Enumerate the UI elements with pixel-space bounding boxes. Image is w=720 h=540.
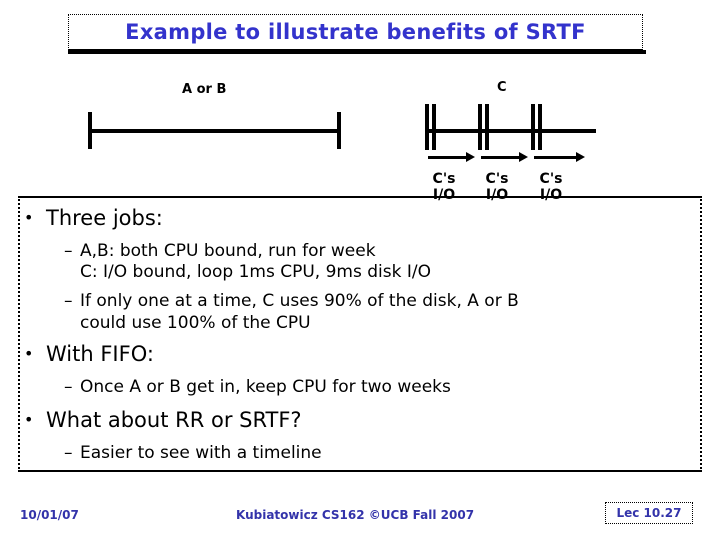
- timeline-c-tick-1a: [425, 104, 429, 150]
- subbullet-easier-timeline-label: Easier to see with a timeline: [80, 442, 322, 463]
- io-arrow-1-head: [466, 152, 475, 162]
- bullet-what-about-rr-srtf: • What about RR or SRTF?: [24, 408, 696, 434]
- io-label-3-line1: C's: [539, 171, 563, 187]
- subbullet-keep-cpu: – Once A or B get in, keep CPU for two w…: [64, 377, 696, 398]
- footer-lecture-number-label: Lec 10.27: [616, 506, 682, 520]
- timeline-c-tick-2a: [478, 104, 482, 150]
- bullet-list: • Three jobs: – A,B: both CPU bound, run…: [24, 206, 696, 467]
- subbullet-ab-cpu-bound-label: A,B: both CPU bound, run for week C: I/O…: [80, 241, 696, 284]
- timeline-ab-line: [88, 129, 341, 133]
- subbullet-marker: –: [64, 240, 73, 261]
- subbullet-easier-timeline: – Easier to see with a timeline: [64, 443, 696, 464]
- io-arrow-2-head: [519, 152, 528, 162]
- bullet-with-fifo: • With FIFO:: [24, 342, 696, 368]
- timeline-c-label: C: [497, 80, 507, 95]
- timeline-c-tick-1b: [432, 104, 436, 150]
- io-arrow-3-head: [576, 152, 585, 162]
- bullet-marker: •: [24, 344, 34, 364]
- subbullet-ab-cpu-bound: – A,B: both CPU bound, run for week C: I…: [64, 241, 696, 284]
- bullet-three-jobs-label: Three jobs:: [46, 206, 163, 230]
- io-label-2-line1: C's: [485, 171, 509, 187]
- timeline-c-tick-3a: [531, 104, 535, 150]
- timeline-diagram: A or B C C's I/O C's I/O C's I/O: [0, 0, 720, 215]
- subbullet-marker: –: [64, 291, 73, 312]
- timeline-c-tick-2b: [485, 104, 489, 150]
- subbullet-line-disk: If only one at a time, C uses 90% of the…: [80, 291, 519, 312]
- bullet-with-fifo-label: With FIFO:: [46, 342, 154, 367]
- timeline-c-tick-3b: [538, 104, 542, 150]
- footer-lecture-number: Lec 10.27: [605, 502, 693, 524]
- io-arrow-1-line: [428, 156, 468, 159]
- subbullet-marker: –: [64, 442, 73, 463]
- footer-date: 10/01/07: [20, 508, 79, 522]
- subbullet-keep-cpu-label: Once A or B get in, keep CPU for two wee…: [80, 376, 451, 397]
- subbullet-line-c: C: I/O bound, loop 1ms CPU, 9ms disk I/O: [80, 262, 431, 283]
- footer-attribution: Kubiatowicz CS162 ©UCB Fall 2007: [236, 508, 475, 522]
- io-arrow-2-line: [481, 156, 521, 159]
- bullet-what-about-rr-srtf-label: What about RR or SRTF?: [46, 408, 302, 433]
- bullet-marker: •: [24, 208, 34, 227]
- subbullet-line-ab: A,B: both CPU bound, run for week: [80, 240, 376, 261]
- subbullet-marker: –: [64, 376, 73, 397]
- subbullet-one-at-a-time: – If only one at a time, C uses 90% of t…: [64, 291, 696, 334]
- timeline-ab-tick-end: [337, 112, 341, 149]
- io-label-1-line1: C's: [432, 171, 456, 187]
- io-arrow-3-line: [534, 156, 578, 159]
- timeline-ab-label: A or B: [182, 82, 227, 97]
- bullet-marker: •: [24, 410, 34, 430]
- timeline-c-line: [425, 129, 596, 133]
- bullet-three-jobs: • Three jobs:: [24, 206, 696, 232]
- subbullet-one-at-a-time-label: If only one at a time, C uses 90% of the…: [80, 291, 696, 334]
- subbullet-line-cpu: could use 100% of the CPU: [80, 312, 311, 333]
